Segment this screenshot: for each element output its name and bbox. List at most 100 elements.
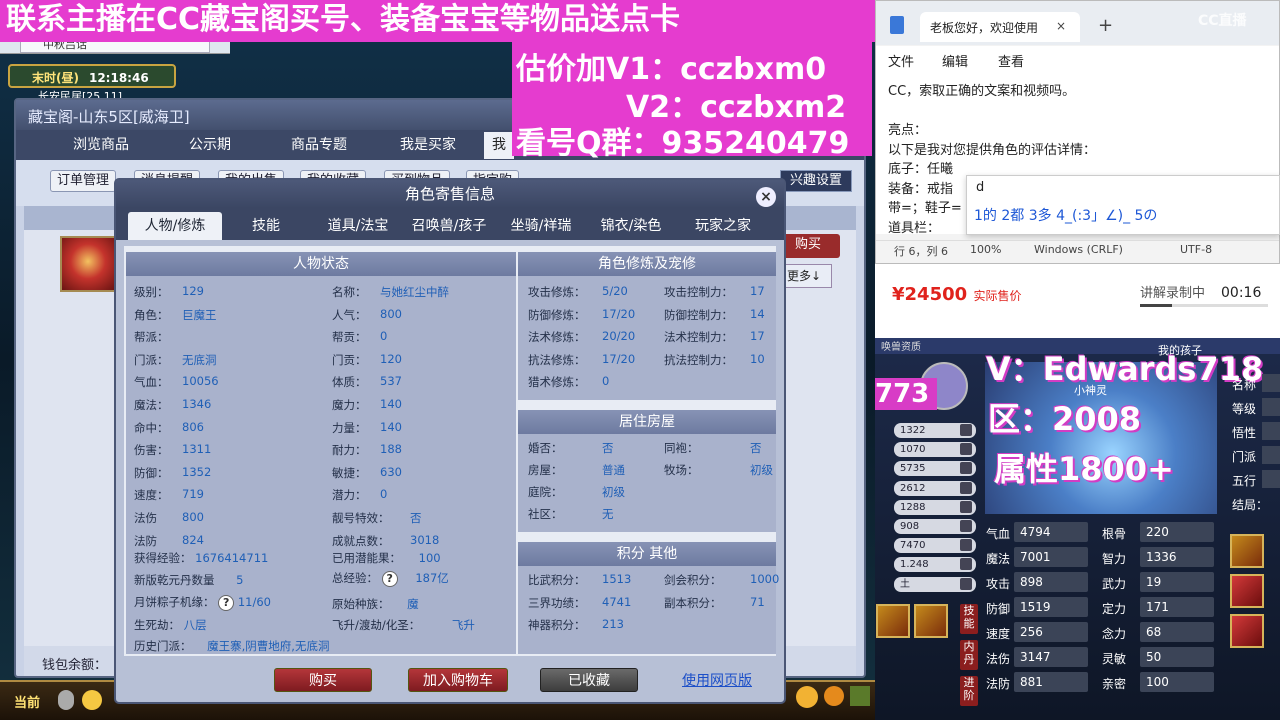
close-icon[interactable]: × [1056, 19, 1066, 33]
stat-icon[interactable] [960, 443, 972, 456]
attr-value: 256 [1014, 622, 1088, 642]
stat-icon[interactable] [960, 577, 972, 590]
add-to-cart-button[interactable]: 加入购物车 [408, 668, 508, 692]
cultivation-row: 攻击修炼： 5/20 [528, 284, 628, 300]
house-title: 居住房屋 [518, 410, 776, 434]
status-zoom: 100% [970, 243, 1002, 256]
equip-icon[interactable] [1230, 534, 1264, 568]
status-row: 敏捷： 630 [332, 465, 402, 481]
status-row-key: 人气： [332, 307, 367, 322]
status-row-key: 法伤 [134, 511, 157, 525]
help-icon[interactable]: ? [381, 570, 398, 587]
neidan-vbutton[interactable]: 内丹 [960, 640, 978, 670]
attr-value: 1336 [1140, 547, 1214, 567]
equip-icon[interactable] [1230, 614, 1264, 648]
badge-773: 773 [875, 378, 937, 410]
tab-public[interactable]: 公示期 [160, 132, 260, 159]
help-icon[interactable]: ? [218, 594, 235, 611]
interest-settings-button[interactable]: 兴趣设置 [780, 170, 852, 192]
score-row-key: 剑会积分： [664, 573, 722, 587]
tab-outfits[interactable]: 锦衣/染色 [590, 212, 672, 240]
buy-button[interactable]: 购买 [274, 668, 372, 692]
ime-input: d [976, 180, 985, 195]
chest-icon[interactable] [850, 686, 870, 706]
current-channel[interactable]: 当前 [14, 692, 40, 711]
cultivation-row-value: 14 [750, 306, 765, 321]
ime-candidates[interactable]: 1的 2都 3多 4_(:3」∠)_ 5の [974, 205, 1157, 225]
cultivation-row-key: 攻击修炼： [528, 285, 586, 299]
stat-icon[interactable] [960, 500, 972, 513]
house-row-value: 初级 [602, 485, 625, 499]
stat-icon[interactable] [960, 520, 972, 532]
side-label: 名称 [1232, 378, 1257, 392]
score-row-key: 比武积分： [528, 573, 586, 587]
game-clock: 末时(昼) 12:18:46 [8, 64, 176, 88]
notepad-line: 亮点： [888, 123, 928, 138]
tab-buyer[interactable]: 我是买家 [376, 132, 480, 159]
stat-icon[interactable] [960, 462, 972, 475]
status-row: 角色： 巨魔王 [134, 307, 217, 323]
promo-text: 联系主播在CC藏宝阁买号、装备宝宝等物品送点卡 [6, 2, 681, 37]
tab-mounts[interactable]: 坐骑/祥瑞 [498, 212, 584, 240]
status-row-value: 129 [182, 284, 204, 298]
stat-icon[interactable] [960, 424, 972, 436]
promo-banner: 联系主播在CC藏宝阁买号、装备宝宝等物品送点卡 [0, 0, 875, 42]
role-avatar[interactable] [60, 236, 116, 292]
score-row-value: 4741 [602, 594, 632, 609]
status-row-value: 3018 [410, 532, 440, 547]
status-row: 人气： 800 [332, 307, 402, 323]
stat-icon[interactable] [960, 539, 972, 552]
mooncake-row: 月饼粽子机缘： ? 11/60 [134, 594, 271, 611]
status-row-key: 防御： [134, 465, 169, 480]
cultivation-row-key: 猎术修炼： [528, 375, 586, 389]
close-icon[interactable]: × [756, 187, 776, 207]
equip-icon[interactable] [1230, 574, 1264, 608]
status-row-value: 800 [380, 306, 402, 321]
status-title: 人物状态 [126, 252, 516, 276]
advance-vbutton[interactable]: 进阶 [960, 676, 978, 706]
recording-label: 讲解录制中 [1140, 286, 1206, 301]
score-row-value: 213 [602, 617, 624, 631]
status-row-key: 成就点数： [332, 533, 390, 548]
attr-label: 念力 [1102, 627, 1127, 641]
menu-edit[interactable]: 编辑 [942, 51, 968, 70]
skill-icon[interactable] [876, 604, 910, 638]
menu-file[interactable]: 文件 [888, 51, 914, 70]
status-row-key: 速度： [134, 488, 169, 503]
tab-me[interactable]: 我 [484, 132, 514, 159]
stat-icon[interactable] [960, 481, 972, 494]
gift-icon[interactable] [824, 686, 844, 706]
tab-character[interactable]: 人物/修炼 [128, 212, 222, 240]
skills-vbutton[interactable]: 技能 [960, 604, 978, 634]
tab-home[interactable]: 玩家之家 [680, 212, 766, 240]
status-row-value: 无底洞 [182, 352, 217, 367]
collected-button[interactable]: 已收藏 [540, 668, 638, 692]
attr-label: 定力 [1102, 602, 1127, 616]
fly-row: 飞升/渡劫/化圣： 飞升 [332, 618, 475, 632]
attr-value: 100 [1140, 672, 1214, 692]
tab-items[interactable]: 道具/法宝 [314, 212, 402, 240]
recording-time: 00:16 [1221, 285, 1262, 301]
face-icon[interactable] [796, 686, 818, 708]
status-row: 法防 824 [134, 533, 204, 549]
cultivation-row-key: 防御控制力： [664, 307, 733, 322]
new-tab-icon[interactable]: + [1098, 15, 1113, 36]
tab-special[interactable]: 商品专题 [266, 132, 372, 159]
attr-label: 速度 [986, 627, 1011, 641]
tab-pets[interactable]: 召唤兽/孩子 [404, 212, 494, 240]
web-version-link[interactable]: 使用网页版 [682, 670, 752, 690]
mic-icon[interactable] [58, 690, 74, 710]
stat-icon[interactable] [960, 558, 972, 571]
tab-skills[interactable]: 技能 [228, 212, 304, 240]
status-row: 级别： 129 [134, 284, 204, 300]
orders-button[interactable]: 订单管理 [50, 170, 117, 192]
attr-label: 防御 [986, 602, 1011, 616]
attr-value: 4794 [1014, 522, 1088, 542]
tab-browse[interactable]: 浏览商品 [46, 132, 156, 159]
status-row-key: 门贡： [332, 352, 367, 367]
skill-icon[interactable] [914, 604, 948, 638]
menu-view[interactable]: 查看 [998, 51, 1024, 70]
house-row: 同袍： 否 [664, 440, 762, 456]
score-row-value: 1513 [602, 572, 632, 586]
emoji-icon[interactable] [82, 690, 102, 710]
